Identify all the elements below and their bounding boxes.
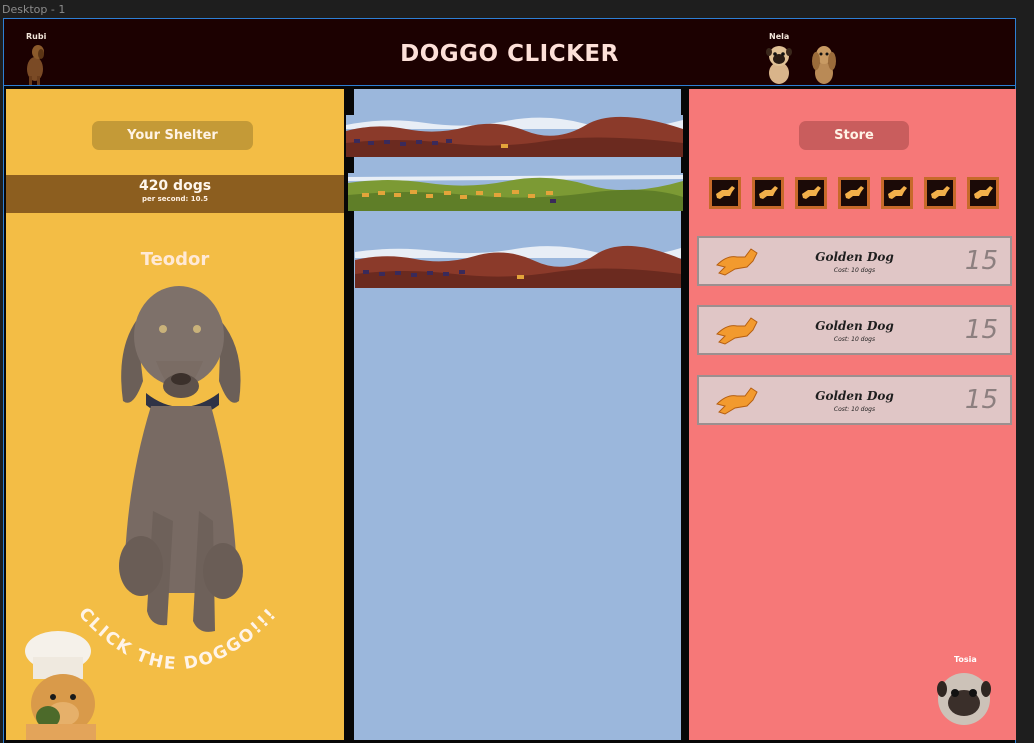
header-dog-name-left: Rubi [26,32,47,41]
item-owned-count: 15 [964,385,998,415]
tosia-dog-name: Tosia [954,655,977,664]
shop-slot[interactable] [838,177,870,209]
header-dog-name-right: Nela [769,32,790,41]
item-cost: Cost: 10 dogs [833,336,876,343]
item-name: Golden Dog [815,250,894,264]
item-owned-count: 15 [964,246,998,276]
dirt-track-strip-1 [346,115,683,157]
running-dog-icon [845,186,864,199]
store-item-golden-dog[interactable]: Golden Dog Cost: 10 dogs 15 [697,305,1012,355]
app-title: DOGGO CLICKER [400,41,619,67]
store-item-golden-dog[interactable]: Golden Dog Cost: 10 dogs 15 [697,375,1012,425]
running-dog-icon [759,186,778,199]
shop-icon-row [709,177,999,209]
grass-track-strip [348,173,683,211]
chef-dog-image [25,631,96,740]
item-cost: Cost: 10 dogs [833,267,876,274]
shop-slot[interactable] [752,177,784,209]
running-dog-icon [931,186,950,199]
teodor-dog-clicker[interactable] [101,281,261,636]
shop-slot[interactable] [967,177,999,209]
nela-dog-image[interactable] [764,43,794,85]
running-dog-icon [974,186,993,199]
featured-dog-name: Teodor [140,249,210,270]
header-bar: Rubi DOGGO CLICKER Nela [4,19,1015,86]
shop-slot[interactable] [795,177,827,209]
dirt-track-strip-2 [355,244,681,288]
shop-slot[interactable] [924,177,956,209]
store-panel: Store Golden Dog Cost: 10 dogs 15 Golden… [689,89,1016,740]
item-cost: Cost: 10 dogs [833,406,876,413]
item-owned-count: 15 [964,315,998,345]
tosia-dog-image[interactable] [934,669,994,729]
running-dog-icon [888,186,907,199]
dogs-per-second: per second: 10.5 [141,195,209,203]
dog-field-panel [346,89,683,740]
store-button[interactable]: Store [799,121,909,150]
cocker-dog-image[interactable] [809,43,839,85]
item-name: Golden Dog [815,319,894,333]
dog-count: 420 dogs [138,178,212,194]
desktop-frame: Rubi DOGGO CLICKER Nela Your Shelter 420… [3,18,1016,743]
your-shelter-button[interactable]: Your Shelter [92,121,253,150]
running-dog-icon [802,186,821,199]
shop-slot[interactable] [881,177,913,209]
store-item-golden-dog[interactable]: Golden Dog Cost: 10 dogs 15 [697,236,1012,286]
dog-counter: 420 dogs per second: 10.5 [6,175,344,213]
item-name: Golden Dog [815,389,894,403]
shop-slot[interactable] [709,177,741,209]
frame-label: Desktop - 1 [2,3,66,16]
shelter-panel: Your Shelter 420 dogs per second: 10.5 T… [6,89,344,740]
running-dog-icon [716,186,735,199]
